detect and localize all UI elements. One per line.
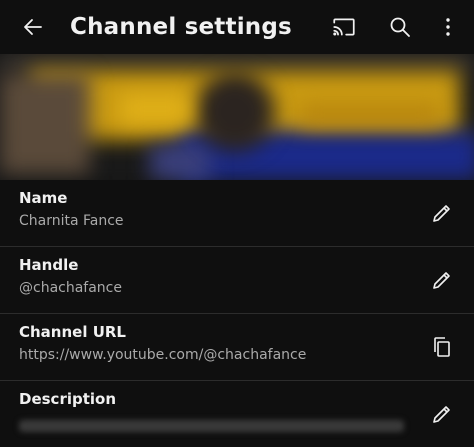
- pencil-icon[interactable]: [426, 264, 458, 296]
- channel-banner[interactable]: [0, 54, 474, 180]
- handle-row[interactable]: Handle @chachafance: [0, 247, 474, 314]
- cast-icon[interactable]: [328, 11, 360, 43]
- description-preview-redacted: [19, 420, 404, 432]
- handle-value: @chachafance: [19, 280, 122, 296]
- pencil-icon[interactable]: [426, 197, 458, 229]
- copy-icon[interactable]: [426, 331, 458, 363]
- name-label: Name: [19, 189, 68, 207]
- description-row[interactable]: Description: [0, 381, 474, 447]
- name-row[interactable]: Name Charnita Fance: [0, 180, 474, 247]
- search-icon[interactable]: [384, 11, 416, 43]
- name-value: Charnita Fance: [19, 213, 124, 229]
- app-bar: Channel settings: [0, 0, 474, 54]
- back-arrow-icon[interactable]: [17, 11, 49, 43]
- channel-url-value: https://www.youtube.com/@chachafance: [19, 347, 307, 363]
- handle-label: Handle: [19, 256, 79, 274]
- page-title: Channel settings: [70, 14, 292, 40]
- description-label: Description: [19, 390, 117, 408]
- more-vertical-icon[interactable]: [432, 11, 464, 43]
- channel-url-row[interactable]: Channel URL https://www.youtube.com/@cha…: [0, 314, 474, 381]
- pencil-icon[interactable]: [426, 398, 458, 430]
- channel-url-label: Channel URL: [19, 323, 126, 341]
